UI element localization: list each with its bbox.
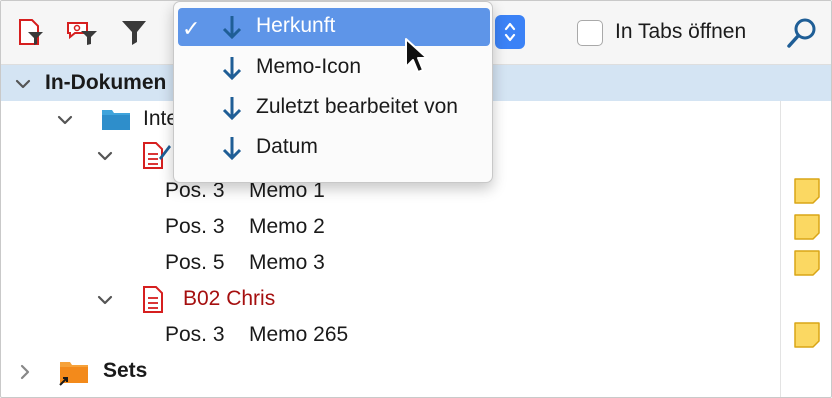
document-icon (143, 286, 163, 313)
folder-icon (102, 110, 130, 130)
sort-down-arrow-icon (222, 16, 242, 40)
sets-folder-icon (59, 362, 88, 386)
memo-icon[interactable] (793, 321, 821, 349)
sort-down-arrow-icon (222, 97, 242, 121)
menu-item-label: Datum (256, 135, 318, 158)
tree-row-memo[interactable]: Pos. 5 Memo 3 (1, 245, 831, 281)
memo-position: Pos. 3 (165, 215, 225, 238)
memo-icon[interactable] (793, 249, 821, 277)
mouse-cursor-icon (405, 38, 428, 73)
root-label: In-Dokumen (45, 71, 167, 94)
chevron-down-icon[interactable] (95, 290, 115, 310)
document-label: B02 Chris (183, 287, 276, 310)
sort-select-stepper[interactable] (495, 15, 525, 49)
memo-position: Pos. 5 (165, 251, 225, 274)
edited-document-icon (143, 142, 171, 169)
search-icon[interactable] (785, 15, 821, 51)
sort-down-arrow-icon (222, 57, 242, 81)
memo-icon[interactable] (793, 177, 821, 205)
menu-item-last-edited[interactable]: Zuletzt bearbeitet von (178, 89, 490, 127)
tree-row-memo[interactable]: Pos. 3 Memo 265 (1, 317, 831, 353)
filter-icon[interactable] (117, 15, 151, 49)
tree-row-document-2[interactable]: B02 Chris (1, 281, 831, 317)
menu-item-datum[interactable]: Datum (178, 129, 490, 167)
checkmark-icon: ✓ (182, 16, 201, 41)
open-in-tabs-checkbox[interactable] (577, 20, 603, 46)
memo-title: Memo 3 (249, 251, 325, 274)
menu-item-label: Zuletzt bearbeitet von (256, 95, 458, 118)
memo-title: Memo 2 (249, 215, 325, 238)
sort-down-arrow-icon (222, 137, 242, 161)
tree-row-memo[interactable]: Pos. 3 Memo 2 (1, 209, 831, 245)
menu-item-herkunft[interactable]: ✓ Herkunft (178, 8, 490, 46)
chevron-down-icon[interactable] (55, 110, 75, 130)
memo-icon[interactable] (793, 213, 821, 241)
memo-filter-icon[interactable] (65, 15, 99, 49)
chevron-down-icon[interactable] (13, 74, 33, 94)
document-filter-icon[interactable] (13, 15, 47, 49)
chevron-down-icon[interactable] (95, 146, 115, 166)
sets-label: Sets (103, 359, 148, 382)
chevron-right-icon[interactable] (15, 362, 35, 382)
menu-item-memo-icon[interactable]: Memo-Icon (178, 49, 490, 87)
sort-dropdown-menu[interactable]: ✓ Herkunft Memo-Icon Zuletzt bearbeitet … (173, 1, 493, 183)
memo-position: Pos. 3 (165, 323, 225, 346)
tree-row-sets[interactable]: Sets (1, 353, 831, 389)
menu-item-label: Memo-Icon (256, 55, 362, 78)
menu-item-label: Herkunft (256, 14, 336, 37)
window: In Tabs öffnen In-Dokumen Inte Pos. 3 Me… (0, 0, 832, 398)
memo-title: Memo 265 (249, 323, 349, 346)
open-in-tabs-label: In Tabs öffnen (615, 20, 747, 43)
